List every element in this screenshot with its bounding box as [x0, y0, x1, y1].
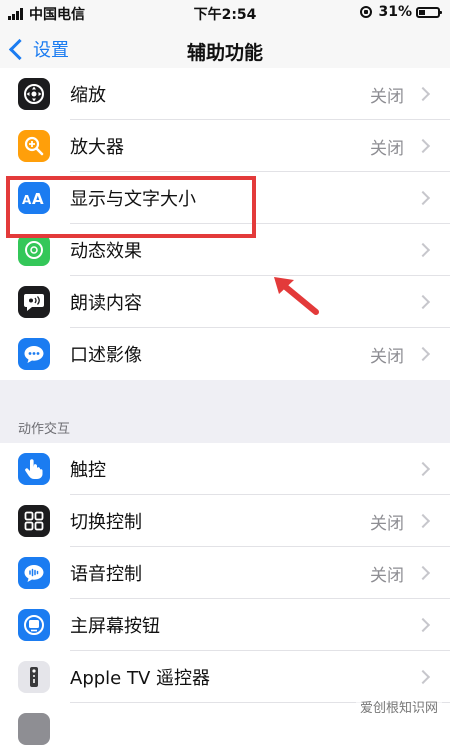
battery-percent: 31%	[378, 4, 412, 20]
magnifier-icon	[18, 130, 50, 162]
rotation-lock-icon	[360, 6, 373, 18]
chevron-right-icon	[415, 190, 431, 206]
zoom-icon	[18, 78, 50, 110]
settings-row-voice-control[interactable]: 语音控制 关闭	[0, 547, 450, 599]
settings-row-touch[interactable]: 触控	[0, 443, 450, 495]
chevron-right-icon	[415, 617, 431, 633]
settings-row-value: 关闭	[370, 346, 404, 367]
battery-icon	[416, 6, 442, 18]
settings-row-value: 关闭	[370, 138, 404, 159]
settings-row-label: 动态效果	[70, 241, 142, 262]
settings-row-value: 关闭	[370, 86, 404, 107]
chevron-right-icon	[415, 346, 431, 362]
switch-control-icon	[18, 505, 50, 537]
settings-row-label: 主屏幕按钮	[70, 616, 160, 637]
voice-control-icon	[18, 557, 50, 589]
section-header-interaction: 动作交互	[18, 422, 71, 437]
settings-row-magnifier[interactable]: 放大器 关闭	[0, 120, 450, 172]
status-bar: 中国电信 下午2:54 31%	[0, 0, 450, 26]
partial-icon	[18, 713, 50, 745]
audio-description-icon	[18, 338, 50, 370]
status-right: 31%	[360, 4, 442, 20]
page-title: 辅助功能	[186, 42, 263, 64]
settings-row-label: 切换控制	[70, 512, 142, 533]
watermark: 爱创根知识网	[355, 697, 442, 716]
settings-row-label: Apple TV 遥控器	[70, 668, 210, 689]
settings-row-label: 语音控制	[70, 564, 142, 585]
settings-row-value: 关闭	[370, 513, 404, 534]
chevron-right-icon	[415, 86, 431, 102]
tv-remote-icon	[18, 661, 50, 693]
speech-icon	[18, 286, 50, 318]
settings-row-label: 朗读内容	[70, 293, 142, 314]
annotation-highlight-box	[6, 176, 256, 238]
chevron-right-icon	[415, 565, 431, 581]
settings-row-home-button[interactable]: 主屏幕按钮	[0, 599, 450, 651]
chevron-right-icon	[415, 138, 431, 154]
settings-row-apple-tv-remote[interactable]: Apple TV 遥控器	[0, 651, 450, 703]
touch-icon	[18, 453, 50, 485]
home-button-icon	[18, 609, 50, 641]
settings-row-label: 放大器	[70, 137, 124, 158]
annotation-arrow-icon	[274, 277, 319, 315]
settings-row-label: 缩放	[70, 85, 106, 106]
settings-row-value: 关闭	[370, 565, 404, 586]
settings-row-label: 口述影像	[70, 345, 142, 366]
settings-row-audio-descriptions[interactable]: 口述影像 关闭	[0, 328, 450, 380]
chevron-right-icon	[415, 294, 431, 310]
chevron-right-icon	[415, 242, 431, 258]
chevron-right-icon	[415, 669, 431, 685]
chevron-right-icon	[415, 461, 431, 477]
settings-row-zoom[interactable]: 缩放 关闭	[0, 68, 450, 120]
settings-row-label: 触控	[70, 460, 106, 481]
settings-row-spoken-content[interactable]: 朗读内容	[0, 276, 450, 328]
settings-row-switch-control[interactable]: 切换控制 关闭	[0, 495, 450, 547]
motion-icon	[18, 234, 50, 266]
chevron-right-icon	[415, 513, 431, 529]
